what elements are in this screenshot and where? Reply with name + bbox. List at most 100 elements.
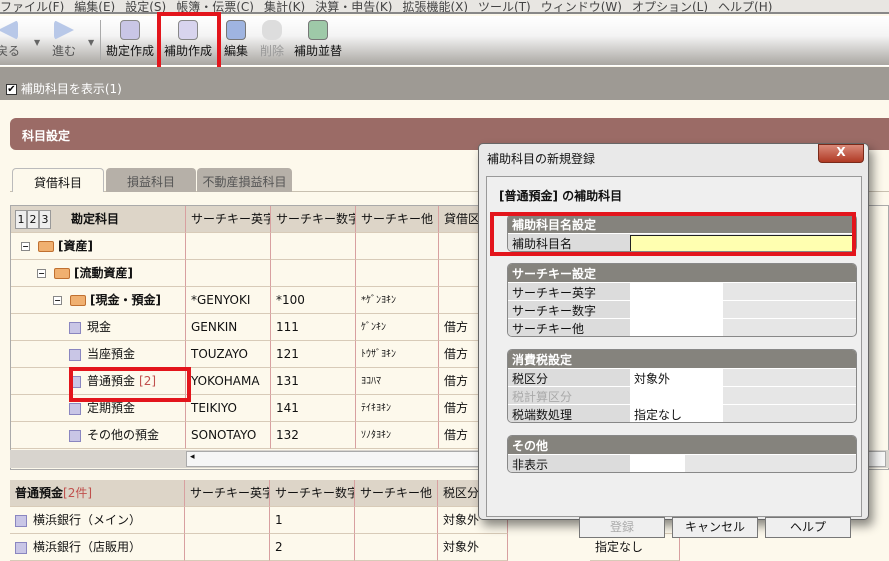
tab-balance[interactable]: 貸借科目 — [12, 168, 104, 192]
account-icon — [69, 321, 81, 334]
forward-button[interactable]: 進む — [52, 20, 76, 59]
new-sub-account-dialog: 補助科目の新規登録 X [普通預金] の補助科目 補助科目名設定 補助科目名 サー… — [478, 143, 869, 538]
cell-other — [356, 260, 439, 287]
column-header[interactable]: サーチキー英字 — [185, 480, 270, 507]
sort-sub-button[interactable]: 補助並替 — [294, 20, 342, 59]
cell-en: *GENYOKI — [186, 287, 271, 314]
sub-account-icon — [15, 514, 27, 527]
cell-other: ﾄｳｻﾞﾖｷﾝ — [356, 341, 439, 368]
back-button[interactable]: 戻る — [0, 20, 20, 59]
account-name: 当座預金 — [87, 347, 136, 361]
cell-en: YOKOHAMA — [186, 368, 271, 395]
column-header[interactable]: サーチキー英字 — [186, 206, 271, 233]
cell-num — [271, 233, 356, 260]
menu-extensions[interactable]: 拡張機能(X) — [402, 0, 468, 12]
sub-account-name: 横浜銀行（店販用） — [33, 540, 142, 554]
column-header[interactable]: サーチキー他 — [356, 206, 439, 233]
edit-icon — [226, 20, 246, 40]
cell-other: *ｹﾞﾝﾖｷﾝ — [356, 287, 439, 314]
table-row-account[interactable]: − [資産] — [11, 233, 186, 260]
search-en-label: サーチキー英字 — [508, 283, 630, 301]
back-arrow-icon — [0, 20, 18, 40]
close-button[interactable]: X — [818, 144, 864, 163]
cell-num: 1 — [270, 507, 355, 534]
menu-totals[interactable]: 集計(K) — [264, 0, 305, 12]
dialog-heading: [普通預金] の補助科目 — [499, 189, 623, 203]
edit-button[interactable]: 編集 — [224, 20, 248, 59]
sub-account-icon — [15, 541, 27, 554]
table-row-account[interactable]: − [現金・預金] — [11, 287, 186, 314]
tax-calc-select — [630, 387, 723, 405]
hidden-checkbox[interactable] — [630, 455, 685, 472]
level-button[interactable]: 3 — [39, 210, 51, 229]
forward-dropdown-icon[interactable]: ▼ — [88, 38, 94, 47]
cell-num: 132 — [271, 422, 356, 449]
account-icon — [69, 348, 81, 361]
tax-calc-label: 税計算区分 — [508, 387, 630, 405]
table-row-account[interactable]: 当座預金 — [11, 341, 186, 368]
search-en-input[interactable] — [630, 283, 723, 301]
cell-num: 141 — [271, 395, 356, 422]
help-button[interactable]: ヘルプ — [765, 517, 851, 538]
cell-en — [185, 507, 270, 534]
highlight-create-sub — [157, 12, 221, 73]
collapse-icon[interactable]: − — [37, 269, 46, 278]
menu-help[interactable]: ヘルプ(H) — [718, 0, 772, 12]
table-row-sub-account[interactable]: 横浜銀行（店販用） — [10, 534, 185, 561]
menu-tools[interactable]: ツール(T) — [478, 0, 531, 12]
back-dropdown-icon[interactable]: ▼ — [34, 38, 40, 47]
level-button[interactable]: 2 — [27, 210, 39, 229]
account-name: 現金 — [87, 320, 112, 334]
tax-rounding-label: 税端数処理 — [508, 405, 630, 422]
menu-window[interactable]: ウィンドウ(W) — [541, 0, 622, 12]
create-account-button[interactable]: 勘定作成 — [106, 20, 154, 59]
collapse-icon[interactable]: − — [21, 242, 30, 251]
search-other-input[interactable] — [630, 319, 723, 336]
cell-num — [271, 260, 356, 287]
cell-en — [186, 260, 271, 287]
collapse-icon[interactable]: − — [53, 296, 62, 305]
group-search-title: サーチキー設定 — [508, 264, 856, 282]
account-name: [資産] — [58, 239, 93, 253]
account-icon — [69, 402, 81, 415]
forward-arrow-icon — [54, 20, 74, 40]
cell-en: TEIKIYO — [186, 395, 271, 422]
checkbox-icon: ✔ — [6, 84, 17, 95]
register-button[interactable]: 登録 — [579, 517, 665, 538]
menu-closing[interactable]: 決算・申告(K) — [315, 0, 392, 12]
menu-options[interactable]: オプション(L) — [632, 0, 708, 12]
table-row-account[interactable]: − [流動資産] — [11, 260, 186, 287]
folder-icon — [38, 241, 54, 252]
cell-num: 131 — [271, 368, 356, 395]
cell-num: 121 — [271, 341, 356, 368]
column-header[interactable]: サーチキー他 — [355, 480, 438, 507]
search-num-input[interactable] — [630, 301, 723, 319]
group-search-keys: サーチキー設定 サーチキー英字 サーチキー数字 サーチキー他 — [507, 263, 857, 337]
tab-profit-loss[interactable]: 損益科目 — [106, 168, 196, 192]
menu-file[interactable]: ファイル(F) — [0, 0, 64, 12]
delete-button[interactable]: 削除 — [260, 20, 284, 59]
cancel-button[interactable]: キャンセル — [672, 517, 758, 538]
level-button[interactable]: 1 — [15, 210, 27, 229]
trash-icon — [262, 20, 282, 40]
cell-other — [355, 534, 438, 561]
hidden-label: 非表示 — [508, 455, 630, 472]
menu-edit[interactable]: 編集(E) — [74, 0, 115, 12]
column-header[interactable]: サーチキー数字 — [271, 206, 356, 233]
cell-other: ｿﾉﾀﾖｷﾝ — [356, 422, 439, 449]
tax-class-select[interactable]: 対象外 — [630, 369, 723, 387]
account-name: [現金・預金] — [90, 293, 161, 307]
account-name: その他の預金 — [87, 428, 160, 442]
table-row-account[interactable]: 現金 — [11, 314, 186, 341]
tax-rounding-select[interactable]: 指定なし — [630, 405, 723, 422]
cell-rounding: 指定なし — [590, 534, 680, 561]
highlight-account-row — [69, 367, 191, 402]
options-band: ✔ 補助科目を表示(1) — [0, 67, 889, 100]
tab-real-estate[interactable]: 不動産損益科目 — [197, 168, 292, 192]
cell-en — [185, 534, 270, 561]
column-header[interactable]: サーチキー数字 — [270, 480, 355, 507]
group-tax: 消費税設定 税区分 対象外 税計算区分 税端数処理 指定なし — [507, 349, 857, 423]
show-sub-checkbox[interactable]: ✔ 補助科目を表示(1) — [6, 80, 122, 97]
table-row-sub-account[interactable]: 横浜銀行（メイン） — [10, 507, 185, 534]
table-row-account[interactable]: その他の預金 — [11, 422, 186, 449]
